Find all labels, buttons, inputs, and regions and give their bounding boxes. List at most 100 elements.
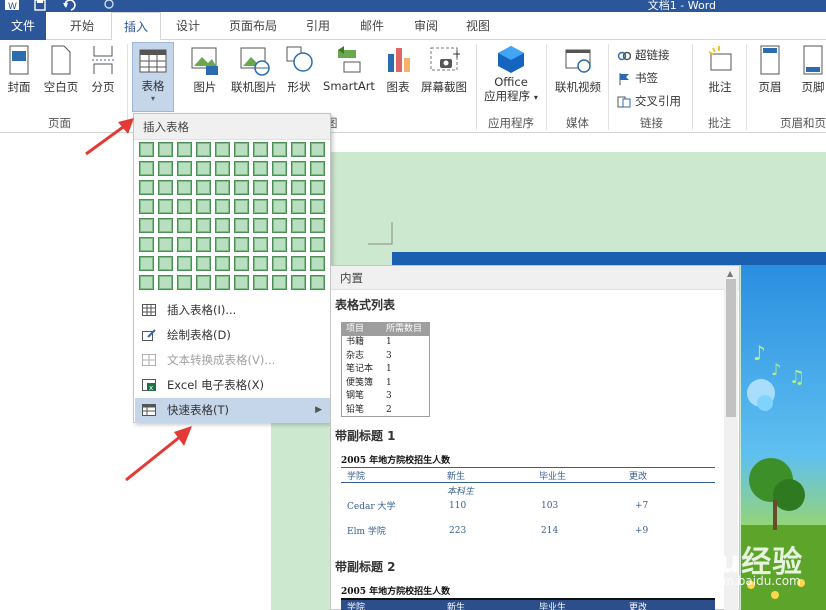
- cover-page-button[interactable]: 封面: [4, 44, 34, 95]
- menu-item-text-to-table[interactable]: 文本转换成表格(V)...: [135, 348, 330, 373]
- table-grid-cell[interactable]: [215, 256, 230, 271]
- table-grid-cell[interactable]: [215, 161, 230, 176]
- table-grid-cell[interactable]: [310, 237, 325, 252]
- table-grid-cell[interactable]: [139, 256, 154, 271]
- table-grid-cell[interactable]: [234, 218, 249, 233]
- table-grid-cell[interactable]: [215, 218, 230, 233]
- smartart-button[interactable]: SmartArt: [322, 44, 376, 93]
- table-grid-cell[interactable]: [310, 218, 325, 233]
- menu-item-quick-tables[interactable]: 快速表格(T) ▶: [135, 398, 330, 423]
- tab-file[interactable]: 文件: [0, 12, 46, 40]
- tab-page-layout[interactable]: 页面布局: [220, 12, 286, 40]
- redo-icon[interactable]: [102, 0, 116, 12]
- table-grid-cell[interactable]: [234, 237, 249, 252]
- table-grid-cell[interactable]: [158, 199, 173, 214]
- table-grid-cell[interactable]: [196, 275, 211, 290]
- table-grid-cell[interactable]: [177, 142, 192, 157]
- table-grid-cell[interactable]: [310, 161, 325, 176]
- table-grid-cell[interactable]: [291, 199, 306, 214]
- table-grid-cell[interactable]: [291, 237, 306, 252]
- scroll-up-icon[interactable]: ▲: [727, 269, 733, 278]
- table-grid-cell[interactable]: [291, 275, 306, 290]
- online-picture-button[interactable]: 联机图片: [226, 44, 282, 95]
- table-grid-cell[interactable]: [158, 256, 173, 271]
- table-grid-cell[interactable]: [158, 275, 173, 290]
- table-grid-cell[interactable]: [158, 237, 173, 252]
- table-grid-cell[interactable]: [139, 199, 154, 214]
- save-icon[interactable]: [34, 0, 46, 12]
- table-grid-cell[interactable]: [139, 237, 154, 252]
- table-grid-cell[interactable]: [291, 142, 306, 157]
- table-grid-cell[interactable]: [272, 237, 287, 252]
- table-grid-cell[interactable]: [291, 218, 306, 233]
- table-grid-cell[interactable]: [253, 142, 268, 157]
- screenshot-button[interactable]: + 屏幕截图: [418, 44, 470, 95]
- table-grid-cell[interactable]: [158, 161, 173, 176]
- table-grid-cell[interactable]: [139, 180, 154, 195]
- table-grid-cell[interactable]: [272, 161, 287, 176]
- table-grid-cell[interactable]: [196, 237, 211, 252]
- table-grid-cell[interactable]: [291, 161, 306, 176]
- chart-button[interactable]: 图表: [382, 44, 414, 95]
- table-button[interactable]: 表格 ▾: [132, 42, 174, 112]
- table-grid-cell[interactable]: [253, 199, 268, 214]
- quick-table-with-subheadings-2[interactable]: 2005 年地方院校招生人数 学院 新生 毕业生 更改: [337, 580, 717, 610]
- table-grid-cell[interactable]: [253, 237, 268, 252]
- table-grid-cell[interactable]: [196, 161, 211, 176]
- table-grid-cell[interactable]: [196, 256, 211, 271]
- table-grid-cell[interactable]: [139, 275, 154, 290]
- menu-item-insert-table[interactable]: 插入表格(I)...: [135, 298, 330, 323]
- table-grid-cell[interactable]: [253, 161, 268, 176]
- table-grid-cell[interactable]: [196, 218, 211, 233]
- tab-review[interactable]: 审阅: [404, 12, 448, 40]
- tab-mailings[interactable]: 邮件: [350, 12, 394, 40]
- online-video-button[interactable]: 联机视频: [552, 44, 604, 95]
- table-grid-cell[interactable]: [234, 142, 249, 157]
- table-grid-cell[interactable]: [196, 199, 211, 214]
- table-grid-cell[interactable]: [253, 218, 268, 233]
- table-grid-cell[interactable]: [158, 142, 173, 157]
- table-grid-cell[interactable]: [177, 275, 192, 290]
- picture-button[interactable]: 图片: [188, 44, 222, 95]
- tab-view[interactable]: 视图: [456, 12, 500, 40]
- table-grid-cell[interactable]: [272, 218, 287, 233]
- table-grid-cell[interactable]: [215, 199, 230, 214]
- table-grid-cell[interactable]: [291, 180, 306, 195]
- table-grid-cell[interactable]: [139, 142, 154, 157]
- table-grid-cell[interactable]: [272, 275, 287, 290]
- table-grid-cell[interactable]: [215, 237, 230, 252]
- table-grid-cell[interactable]: [158, 180, 173, 195]
- scrollbar-thumb[interactable]: [726, 279, 736, 417]
- table-grid-cell[interactable]: [139, 161, 154, 176]
- table-grid-cell[interactable]: [215, 142, 230, 157]
- table-grid-cell[interactable]: [253, 256, 268, 271]
- table-grid-cell[interactable]: [234, 256, 249, 271]
- table-grid-cell[interactable]: [272, 256, 287, 271]
- menu-item-draw-table[interactable]: 绘制表格(D): [135, 323, 330, 348]
- header-button[interactable]: 页眉: [752, 44, 788, 95]
- table-grid-cell[interactable]: [272, 199, 287, 214]
- table-grid-cell[interactable]: [177, 180, 192, 195]
- table-grid-cell[interactable]: [177, 218, 192, 233]
- table-grid-cell[interactable]: [272, 180, 287, 195]
- table-grid-cell[interactable]: [177, 161, 192, 176]
- table-grid-cell[interactable]: [310, 256, 325, 271]
- table-grid-cell[interactable]: [196, 180, 211, 195]
- table-grid-cell[interactable]: [215, 180, 230, 195]
- table-grid-cell[interactable]: [253, 180, 268, 195]
- table-grid-cell[interactable]: [234, 275, 249, 290]
- bookmark-button[interactable]: 书签: [617, 70, 658, 86]
- table-grid-cell[interactable]: [310, 142, 325, 157]
- table-grid-cell[interactable]: [234, 161, 249, 176]
- table-grid-cell[interactable]: [234, 199, 249, 214]
- table-grid-cell[interactable]: [310, 275, 325, 290]
- cross-reference-button[interactable]: 交叉引用: [617, 93, 681, 109]
- table-grid-cell[interactable]: [196, 142, 211, 157]
- tab-design[interactable]: 设计: [166, 12, 210, 40]
- table-grid-cell[interactable]: [291, 256, 306, 271]
- table-grid-cell[interactable]: [158, 218, 173, 233]
- table-grid-cell[interactable]: [310, 199, 325, 214]
- table-grid-cell[interactable]: [310, 180, 325, 195]
- footer-button[interactable]: 页脚: [798, 44, 826, 95]
- quick-table-tabular-list[interactable]: 项目 所需数目 书籍 1 杂志 3 笔记本 1 便笺簿 1 钢笔 3 铅笔 2: [341, 322, 430, 417]
